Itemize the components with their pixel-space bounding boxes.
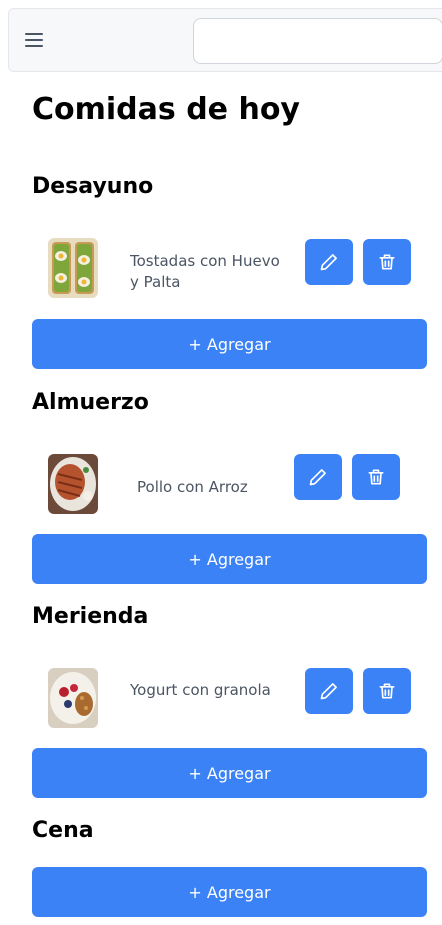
meal-image [48, 454, 98, 514]
meal-image [48, 238, 98, 298]
add-button[interactable]: + Agregar [32, 748, 427, 798]
meal-name: Tostadas con Huevo y Palta [130, 252, 280, 291]
section-title: Merienda [32, 604, 149, 629]
delete-button[interactable] [352, 454, 400, 500]
yogurt-granola-image [48, 668, 98, 728]
delete-button[interactable] [363, 239, 411, 285]
search-input[interactable] [193, 18, 442, 64]
pencil-icon [320, 683, 337, 700]
trash-icon [379, 683, 395, 699]
edit-button[interactable] [294, 454, 342, 500]
add-button[interactable]: + Agregar [32, 319, 427, 369]
edit-button[interactable] [305, 668, 353, 714]
trash-icon [379, 254, 395, 270]
add-button[interactable]: + Agregar [32, 867, 427, 917]
page-title: Comidas de hoy [32, 92, 300, 127]
hamburger-menu-icon[interactable] [25, 33, 43, 47]
add-button[interactable]: + Agregar [32, 534, 427, 584]
pencil-icon [320, 254, 337, 271]
top-bar [8, 8, 442, 72]
section-title: Desayuno [32, 174, 154, 199]
meal-name: Pollo con Arroz [137, 478, 248, 496]
section-title: Almuerzo [32, 390, 149, 415]
chicken-rice-image [48, 454, 98, 514]
avocado-toast-image [48, 238, 98, 298]
section-title: Cena [32, 818, 94, 843]
trash-icon [368, 469, 384, 485]
pencil-icon [309, 469, 326, 486]
meal-name: Yogurt con granola [130, 681, 271, 699]
meal-image [48, 668, 98, 728]
delete-button[interactable] [363, 668, 411, 714]
edit-button[interactable] [305, 239, 353, 285]
